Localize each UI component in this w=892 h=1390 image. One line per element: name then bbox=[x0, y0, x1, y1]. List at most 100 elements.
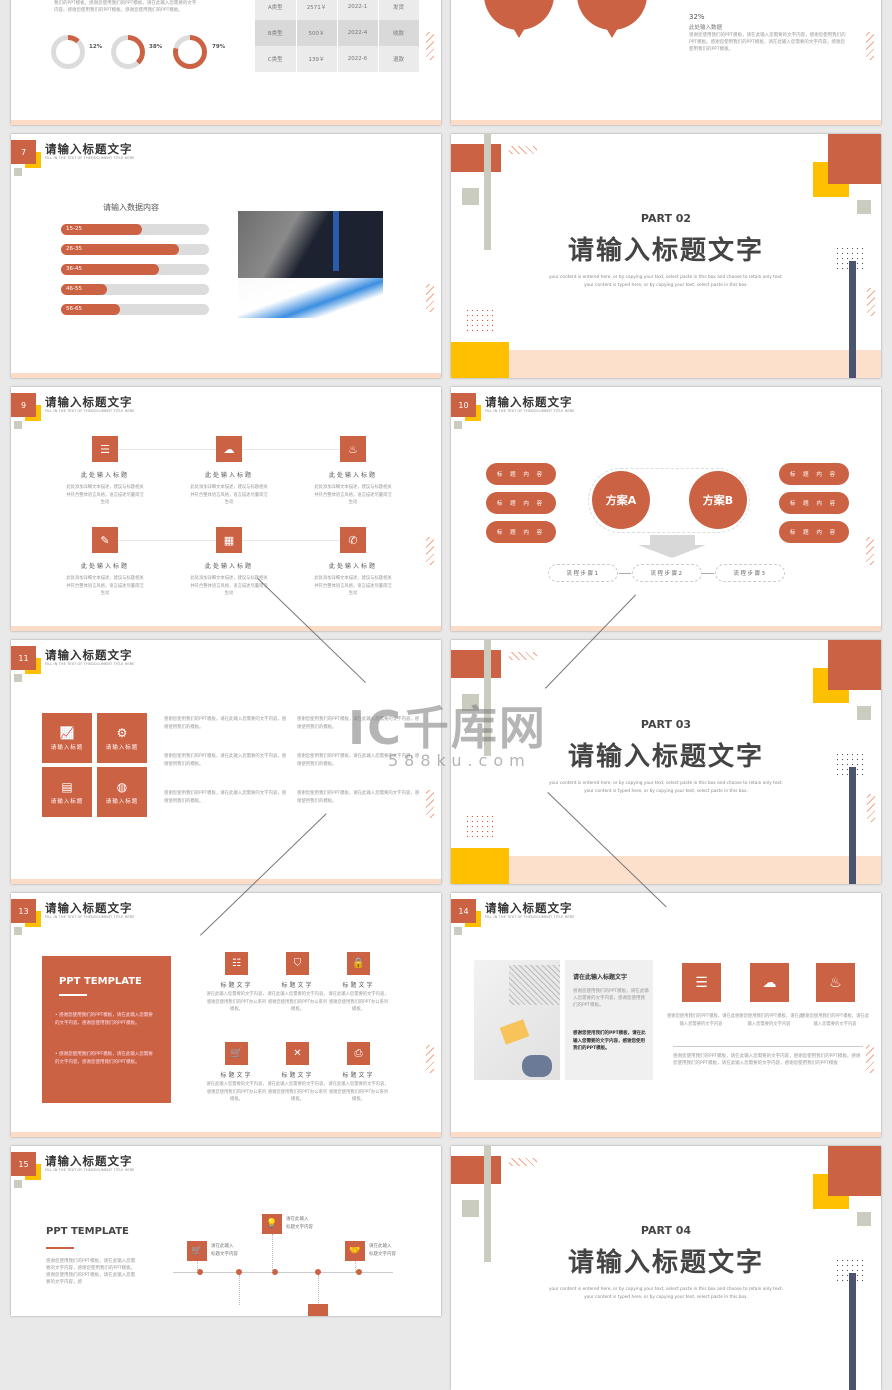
list-icon: ☰ bbox=[695, 974, 708, 991]
donut-chart-79 bbox=[173, 35, 207, 69]
card-bullet: • 感谢您使用我们的PPT模板，请在此输入您需要的文字内容，感谢您使用我们的PP… bbox=[55, 1052, 153, 1065]
slide-subtitle: FILL IN THE TEXT OF THEDOCUMENT TITLE HE… bbox=[45, 662, 135, 666]
hatch-decoration bbox=[426, 790, 434, 818]
slide-5[interactable]: 我们的PPT模板。感谢您使用我们的PPT模板，请在此输入您需要的文字 内容。感谢… bbox=[11, 0, 441, 125]
table-cell: B类型 bbox=[255, 20, 297, 46]
hatch-decoration bbox=[866, 537, 874, 565]
plant-icon: ♨ bbox=[829, 974, 842, 991]
down-arrow-icon bbox=[650, 535, 695, 545]
tile-label: 请输入标题 bbox=[50, 744, 84, 751]
gray-square bbox=[14, 674, 22, 682]
slide-number: 13 bbox=[11, 899, 36, 923]
feature-title: 此处输入标题 bbox=[80, 472, 129, 479]
feature-description: 感谢您使用我们的PPT模板，请在此输入您需要的文字内容 bbox=[801, 1014, 869, 1027]
feature-description: 此处添加详细文本描述，建议与标题相关并符合整体语言风格，语言描述尽量简洁生动 bbox=[190, 485, 268, 505]
section-text: 感谢您使用我们的PPT模板，请在此输入您需要的文字内容，感谢您使用我们的PPT模… bbox=[46, 1259, 136, 1285]
slide-number: 15 bbox=[11, 1152, 36, 1176]
feature-tile[interactable]: ⚙ 请输入标题 bbox=[97, 713, 147, 763]
feature-icon-box: 🛒 bbox=[225, 1042, 248, 1065]
card-bullet: • 感谢您使用我们的PPT模板，请在此输入您需要的文字内容，感谢您使用我们的PP… bbox=[55, 1013, 153, 1026]
process-step[interactable]: 流程步骤2 bbox=[632, 564, 702, 582]
slide-9[interactable]: 9 请输入标题文字 FILL IN THE TEXT OF THEDOCUMEN… bbox=[11, 387, 441, 631]
title-pill[interactable]: 标 题 内 容 bbox=[779, 521, 849, 543]
slide-13[interactable]: 13 请输入标题文字 FILL IN THE TEXT OF THEDOCUME… bbox=[11, 893, 441, 1137]
table-row: C类型 139￥ 2022-6 退款 bbox=[255, 46, 420, 72]
bar-track: 56-65 bbox=[61, 304, 209, 315]
feature-title: 标题文字 bbox=[342, 982, 375, 989]
node-label: 标题文字内容 bbox=[286, 1225, 313, 1230]
cloud-upload-icon: ☁ bbox=[223, 442, 235, 456]
slide-14[interactable]: 14 请输入标题文字 FILL IN THE TEXT OF THEDOCUME… bbox=[451, 893, 881, 1137]
feature-description: 此处添加详细文本描述，建议与标题相关并符合整体语言风格，语言描述尽量简洁生动 bbox=[314, 485, 392, 505]
bottom-band bbox=[451, 1132, 881, 1137]
slide-subtitle: FILL IN THE TEXT OF THEDOCUMENT TITLE HE… bbox=[45, 409, 135, 413]
gear-icon: ⚙ bbox=[116, 725, 128, 740]
process-step[interactable]: 流程步骤1 bbox=[548, 564, 618, 582]
slide-10[interactable]: 10 请输入标题文字 FILL IN THE TEXT OF THEDOCUME… bbox=[451, 387, 881, 631]
process-step[interactable]: 流程步骤3 bbox=[715, 564, 785, 582]
slide-number: 11 bbox=[11, 646, 36, 670]
feature-title: 标题文字 bbox=[220, 982, 253, 989]
slide-8-part-02[interactable]: PART 02 请输入标题文字 your content is entered … bbox=[451, 134, 881, 378]
stat-label: 此处输入数据 bbox=[689, 25, 723, 31]
table-cell: A类型 bbox=[255, 0, 297, 20]
feature-tile[interactable]: ▤ 请输入标题 bbox=[42, 767, 92, 817]
slide-subtitle: FILL IN THE TEXT OF THEDOCUMENT TITLE HE… bbox=[485, 915, 575, 919]
bottom-band bbox=[11, 879, 441, 884]
feature-description: 此处添加详细文本描述，建议与标题相关并符合整体语言风格，语言描述尽量简洁生动 bbox=[314, 576, 392, 596]
slide-title: 请输入标题文字 bbox=[485, 395, 573, 409]
title-pill[interactable]: 标 题 内 容 bbox=[486, 463, 556, 485]
bullet-item: 感谢您使用我们的PPT模板，请在此输入您需要的文字内容，感谢使用我们的模板。 bbox=[164, 791, 287, 804]
data-table: A类型 2571￥ 2022-1 发货 B类型 500￥ 2022-4 收款 C类型 139￥… bbox=[255, 0, 420, 72]
feature-tile[interactable]: 📈 请输入标题 bbox=[42, 713, 92, 763]
part-description: your content is entered here, or by copy… bbox=[451, 274, 881, 290]
gray-square bbox=[454, 421, 462, 429]
node-label: 标题文字内容 bbox=[369, 1252, 396, 1257]
slide-11[interactable]: 11 请输入标题文字 FILL IN THE TEXT OF THEDOCUME… bbox=[11, 640, 441, 884]
slide-7[interactable]: 7 请输入标题文字 FILL IN THE TEXT OF THEDOCUMEN… bbox=[11, 134, 441, 378]
feature-description: 感谢您使用我们的PPT模板，请在此输入您需要的文字内容 bbox=[735, 1014, 803, 1027]
yellow-block bbox=[451, 342, 509, 378]
slide-subtitle: FILL IN THE TEXT OF THEDOCUMENT TITLE HE… bbox=[45, 915, 135, 919]
table-cell: 500￥ bbox=[296, 20, 338, 46]
slide-15[interactable]: 15 请输入标题文字 FILL IN THE TEXT OF THEDOCUME… bbox=[11, 1146, 441, 1316]
bar-label: 36-45 bbox=[66, 266, 82, 272]
stat-value: 32% bbox=[689, 13, 705, 21]
hatch-decoration bbox=[866, 32, 874, 60]
feature-tile[interactable]: ◍ 请输入标题 bbox=[97, 767, 147, 817]
cloud-upload-icon: ☁ bbox=[762, 974, 777, 991]
bullet-item: 感谢您使用我们的PPT模板，请在此输入您需要的文字内容，感谢使用我们的模板。 bbox=[164, 717, 287, 730]
feature-description: 请在此输入您需要的文字内容，感谢您使用我们的PPT办公系列模板。 bbox=[206, 1082, 267, 1102]
slide-16-part-04[interactable]: PART 04 请输入标题文字 your content is entered … bbox=[451, 1146, 881, 1390]
tile-label: 请输入标题 bbox=[105, 798, 139, 805]
table-cell: 2022-6 bbox=[337, 46, 379, 72]
slide-12-part-03[interactable]: PART 03 请输入标题文字 your content is entered … bbox=[451, 640, 881, 884]
desc-line-2: your content is typed here, or by copyin… bbox=[584, 1295, 748, 1300]
desc-line-2: your content is typed here, or by copyin… bbox=[584, 283, 748, 288]
feature-title: 标题文字 bbox=[281, 982, 314, 989]
part-title: 请输入标题文字 bbox=[567, 1248, 764, 1278]
feature-icon-box: ☰ bbox=[682, 963, 721, 1002]
arrow-connector bbox=[702, 573, 714, 574]
timeline-connector bbox=[239, 1275, 240, 1305]
list-icon: ☰ bbox=[100, 442, 110, 456]
table-cell: 退款 bbox=[378, 46, 420, 72]
title-pill[interactable]: 标 题 内 容 bbox=[779, 463, 849, 485]
slide-6[interactable]: 46% 32% 32% 此处输入数据 感谢您使用我们的PPT模板，请在此输入您需… bbox=[451, 0, 881, 125]
plan-a-circle[interactable]: 方案A bbox=[592, 471, 650, 529]
timeline-connector bbox=[197, 1261, 198, 1272]
feature-icon-box: ♨ bbox=[816, 963, 855, 1002]
tile-label: 请输入标题 bbox=[105, 744, 139, 751]
feature-title: 标题文字 bbox=[342, 1072, 375, 1079]
intro-line-2: 内容。感谢您使用我们的PPT模板。感谢您使用我们的PPT模板。 bbox=[54, 8, 183, 13]
hatch-decoration bbox=[426, 32, 434, 60]
title-pill[interactable]: 标 题 内 容 bbox=[486, 492, 556, 514]
gray-square bbox=[14, 421, 22, 429]
cart-icon: 🛒 bbox=[191, 1246, 203, 1256]
plan-b-circle[interactable]: 方案B bbox=[689, 471, 747, 529]
title-pill[interactable]: 标 题 内 容 bbox=[486, 521, 556, 543]
bullet-item: 感谢您使用我们的PPT模板，请在此输入您需要的文字内容，感谢使用我们的模板。 bbox=[297, 717, 420, 730]
arrow-connector bbox=[619, 573, 631, 574]
table-row: A类型 2571￥ 2022-1 发货 bbox=[255, 0, 420, 20]
title-pill[interactable]: 标 题 内 容 bbox=[779, 492, 849, 514]
